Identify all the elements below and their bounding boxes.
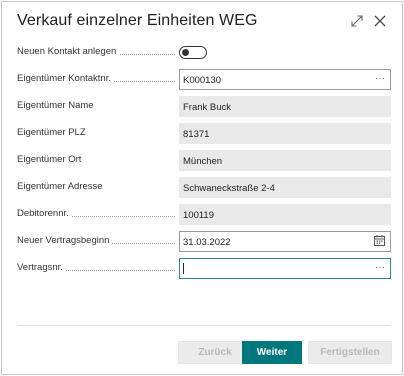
expand-icon[interactable] [348, 12, 366, 30]
label-contract-start: Neuer Vertragsbeginn [17, 235, 113, 246]
row-owner-contact-no: Eigentümer Kontaktnr. K000130 ··· [17, 69, 391, 90]
calendar-icon[interactable] [374, 235, 385, 250]
row-owner-city: Eigentümer Ort München [17, 150, 391, 171]
contract-start-value: 31.03.2022 [183, 237, 231, 248]
owner-name-field: Frank Buck [179, 96, 391, 117]
toggle-knob [182, 48, 189, 56]
finish-button[interactable]: Fertigstellen [308, 341, 392, 364]
label-new-contact: Neuen Kontakt anlegen [17, 46, 120, 57]
label-owner-city: Eigentümer Ort [17, 154, 85, 165]
back-button[interactable]: Zurück [178, 341, 252, 364]
row-debtor-no: Debitorennr. 100119 [17, 204, 391, 225]
owner-contact-no-field[interactable]: K000130 ··· [179, 69, 391, 90]
dialog-window: Verkauf einzelner Einheiten WEG Neuen Ko… [1, 1, 403, 375]
footer-divider [17, 325, 391, 326]
label-contract-no: Vertragsnr. [17, 262, 66, 273]
contract-start-field[interactable]: 31.03.2022 [179, 231, 391, 252]
row-contract-start: Neuer Vertragsbeginn 31.03.2022 [17, 231, 391, 252]
contract-no-input[interactable]: ··· [179, 258, 391, 279]
row-owner-address: Eigentümer Adresse Schwaneckstraße 2-4 [17, 177, 391, 198]
row-owner-zip: Eigentümer PLZ 81371 [17, 123, 391, 144]
label-owner-name: Eigentümer Name [17, 100, 97, 111]
owner-zip-field: 81371 [179, 123, 391, 144]
row-owner-name: Eigentümer Name Frank Buck [17, 96, 391, 117]
close-icon[interactable] [371, 12, 389, 30]
label-owner-address: Eigentümer Adresse [17, 181, 106, 192]
row-new-contact: Neuen Kontakt anlegen [17, 42, 391, 63]
new-contact-toggle[interactable] [179, 46, 207, 59]
debtor-no-field: 100119 [179, 204, 391, 225]
owner-contact-no-value: K000130 [183, 75, 222, 86]
label-owner-contact-no: Eigentümer Kontaktnr. [17, 73, 114, 84]
owner-address-field: Schwaneckstraße 2-4 [179, 177, 391, 198]
lookup-more-icon[interactable]: ··· [375, 73, 385, 85]
next-button[interactable]: Weiter [242, 341, 302, 364]
contract-no-lookup-icon[interactable]: ··· [375, 262, 385, 274]
row-contract-no: Vertragsnr. ··· [17, 258, 391, 279]
label-debtor-no: Debitorennr. [17, 208, 72, 219]
dialog-title: Verkauf einzelner Einheiten WEG [17, 12, 258, 29]
text-caret [183, 262, 184, 274]
owner-city-field: München [179, 150, 391, 171]
label-owner-zip: Eigentümer PLZ [17, 127, 89, 138]
